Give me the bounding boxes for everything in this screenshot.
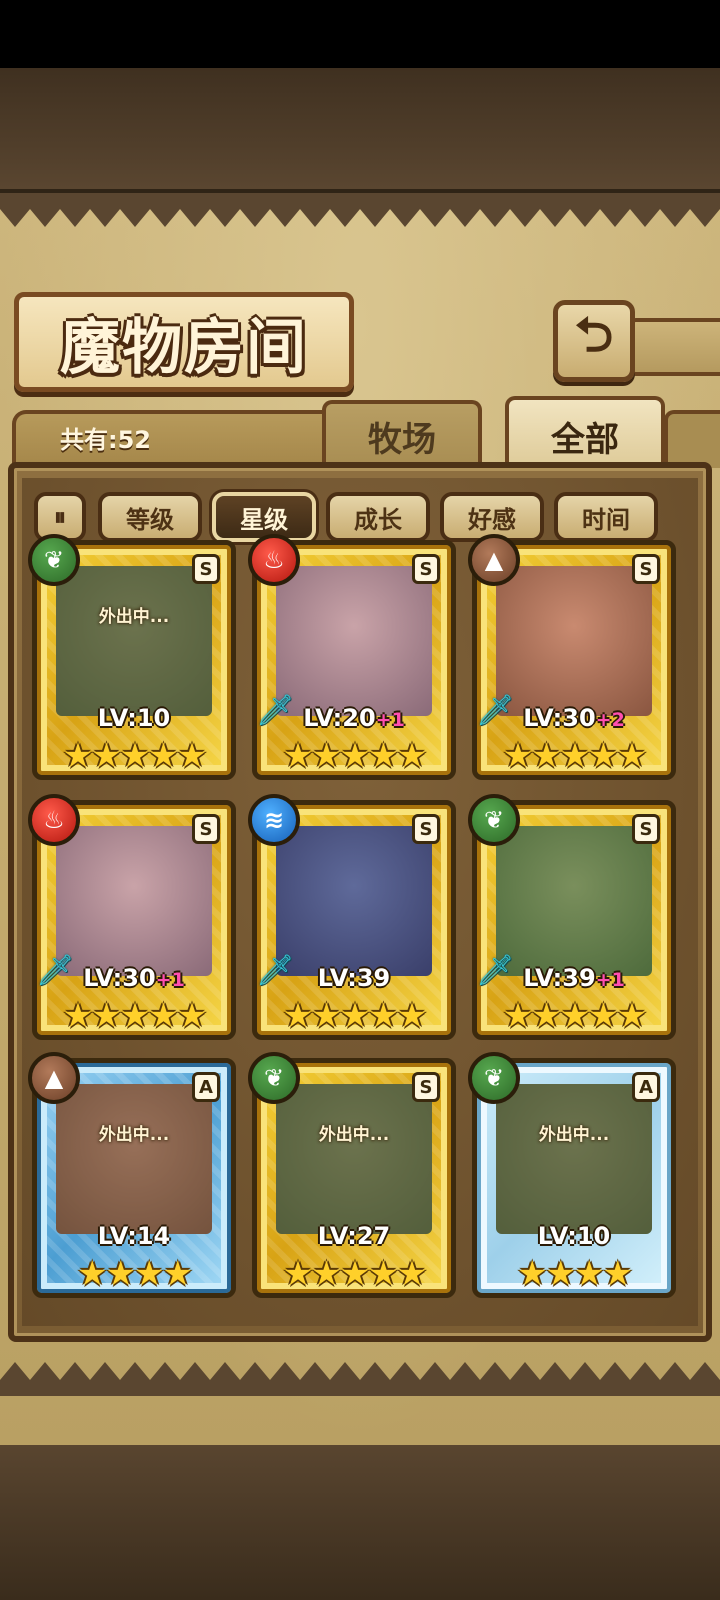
monster-card[interactable]: ❦ S 🗡 LV:39+1 ★★★★★ — [468, 794, 676, 1040]
level-value: LV:30 — [523, 704, 596, 732]
status-bar — [0, 0, 720, 68]
zigzag-border-bottom — [0, 1362, 720, 1396]
tab-all[interactable]: 全部 — [505, 396, 665, 472]
monster-card[interactable]: ≋ S 🗡 LV:39 ★★★★★ — [248, 794, 456, 1040]
star-rating: ★★★★★ — [62, 996, 207, 1036]
level-value: LV:10 — [537, 1222, 611, 1250]
nature-element-icon: ❦ — [468, 794, 520, 846]
away-status: 外出中... — [98, 607, 170, 627]
rank-badge: S — [412, 814, 440, 844]
monster-card[interactable]: 外出中... ❦ A LV:10 ★★★★ — [468, 1052, 676, 1298]
sort-growth-button[interactable]: 成长 — [326, 492, 430, 542]
rank-badge: S — [412, 1072, 440, 1102]
away-status: 外出中... — [538, 1125, 610, 1145]
map-bottom-band — [0, 1440, 720, 1600]
level-value: LV:30 — [83, 964, 156, 992]
tab-stub — [664, 410, 720, 468]
level-value: LV:27 — [317, 1222, 391, 1250]
zigzag-border-top — [0, 193, 720, 227]
back-arrow-icon: ⮌ — [574, 306, 614, 363]
level-label: LV:39+1 — [472, 964, 676, 992]
back-button[interactable]: ⮌ — [553, 300, 635, 382]
tab-ranch[interactable]: 牧场 — [322, 400, 482, 468]
nature-element-icon: ❦ — [28, 534, 80, 586]
nature-element-icon: ❦ — [468, 1052, 520, 1104]
star-rating: ★★★★ — [77, 1254, 193, 1294]
rank-badge: S — [632, 814, 660, 844]
fire-element-icon: ♨ — [248, 534, 300, 586]
star-rating: ★★★★★ — [62, 736, 207, 776]
away-overlay — [56, 566, 212, 716]
level-bonus: +2 — [595, 709, 625, 731]
rank-badge: S — [192, 814, 220, 844]
away-overlay — [496, 1084, 652, 1234]
level-label: LV:30+1 — [32, 964, 236, 992]
monster-portrait — [496, 566, 652, 716]
star-rating: ★★★★★ — [282, 736, 427, 776]
star-rating: ★★★★★ — [502, 736, 647, 776]
monster-card[interactable]: 外出中... ❦ S LV:27 ★★★★★ — [248, 1052, 456, 1298]
level-label: LV:39 — [252, 964, 456, 992]
sort-star-button[interactable]: 星级 — [212, 492, 316, 542]
fire-element-icon: ♨ — [28, 794, 80, 846]
monster-card[interactable]: 外出中... ❦ S LV:10 ★★★★★ — [28, 534, 236, 780]
title-banner: 魔物房间 — [14, 292, 354, 392]
monster-portrait — [496, 826, 652, 976]
rank-badge: A — [632, 1072, 660, 1102]
level-bonus: +1 — [595, 969, 625, 991]
level-value: LV:39 — [317, 964, 391, 992]
away-overlay — [56, 1084, 212, 1234]
level-label: LV:27 — [252, 1222, 456, 1250]
star-rating: ★★★★★ — [282, 996, 427, 1036]
rank-badge: S — [192, 554, 220, 584]
monster-card[interactable]: ▲ S 🗡 LV:30+2 ★★★★★ — [468, 534, 676, 780]
monster-portrait — [276, 566, 432, 716]
level-value: LV:14 — [97, 1222, 171, 1250]
away-status: 外出中... — [98, 1125, 170, 1145]
level-value: LV:39 — [523, 964, 596, 992]
earth-element-icon: ▲ — [468, 534, 520, 586]
rank-badge: S — [412, 554, 440, 584]
level-label: LV:10 — [472, 1222, 676, 1250]
away-status: 外出中... — [318, 1125, 390, 1145]
star-rating: ★★★★★ — [282, 1254, 427, 1294]
level-label: LV:20+1 — [252, 704, 456, 732]
star-rating: ★★★★★ — [502, 996, 647, 1036]
away-overlay — [276, 1084, 432, 1234]
level-label: LV:30+2 — [472, 704, 676, 732]
rank-badge: S — [632, 554, 660, 584]
level-value: LV:10 — [97, 704, 171, 732]
level-value: LV:20 — [303, 704, 376, 732]
earth-element-icon: ▲ — [28, 1052, 80, 1104]
monster-portrait — [276, 826, 432, 976]
level-label: LV:10 — [32, 704, 236, 732]
monster-portrait — [56, 826, 212, 976]
page-title: 魔物房间 — [60, 312, 308, 383]
level-label: LV:14 — [32, 1222, 236, 1250]
back-button-bar — [630, 318, 720, 376]
monster-card[interactable]: ♨ S 🗡 LV:20+1 ★★★★★ — [248, 534, 456, 780]
level-bonus: +1 — [155, 969, 185, 991]
sort-time-button[interactable]: 时间 — [554, 492, 658, 542]
level-bonus: +1 — [375, 709, 405, 731]
star-rating: ★★★★ — [517, 1254, 633, 1294]
monster-count: 共有:52 — [60, 426, 151, 454]
sort-toggle-icon: ⏸ — [54, 503, 66, 531]
nature-element-icon: ❦ — [248, 1052, 300, 1104]
monster-card[interactable]: ♨ S 🗡 LV:30+1 ★★★★★ — [28, 794, 236, 1040]
monster-card[interactable]: 外出中... ▲ A LV:14 ★★★★ — [28, 1052, 236, 1298]
map-top-band — [0, 68, 720, 193]
sort-level-button[interactable]: 等级 — [98, 492, 202, 542]
rank-badge: A — [192, 1072, 220, 1102]
water-element-icon: ≋ — [248, 794, 300, 846]
